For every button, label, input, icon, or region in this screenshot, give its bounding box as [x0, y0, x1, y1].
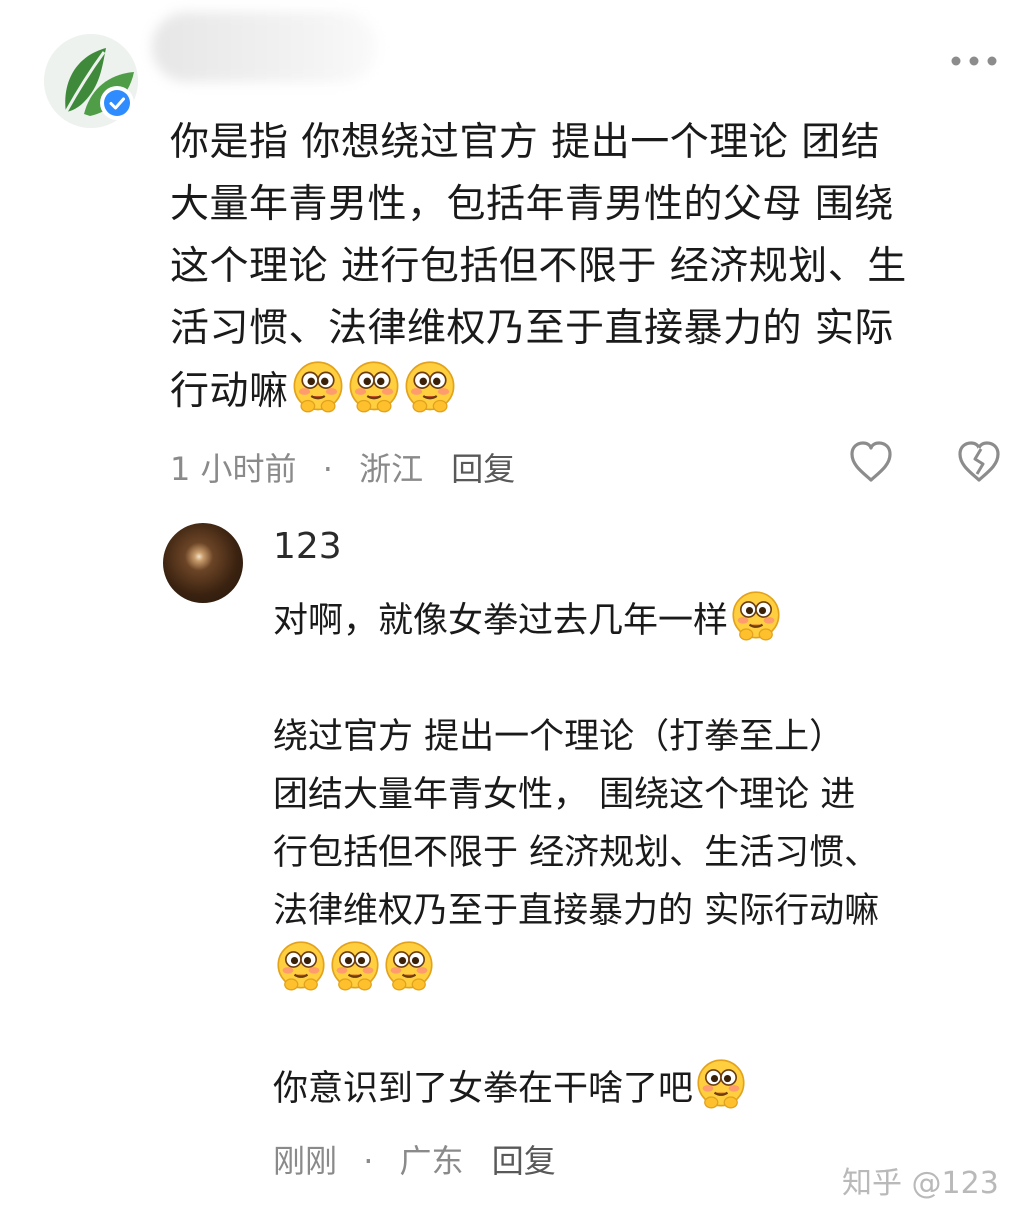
verified-icon — [100, 86, 134, 120]
text-line: 活习惯、法律维权乃至于直接暴力的 实际 — [170, 306, 894, 351]
separator: · — [322, 450, 333, 488]
reply-text: 对啊，就像女拳过去几年一样绕过官方 提出一个理论（打拳至上） 团结大量年青女性， … — [273, 590, 1013, 1118]
timestamp: 1 小时前 — [170, 450, 297, 488]
flushed-face-emoji-icon — [293, 361, 342, 413]
text-line: 这个理论 进行包括但不限于 经济规划、生 — [170, 244, 907, 289]
text-line: 团结大量年青女性， 围绕这个理论 进 — [273, 775, 856, 815]
reply-meta: 刚刚 · 广东 回复 — [273, 1136, 556, 1182]
text-line: 法律维权乃至于直接暴力的 实际行动嘛 — [273, 891, 880, 931]
reply-avatar[interactable] — [163, 523, 243, 603]
dislike-icon[interactable] — [956, 440, 1002, 488]
location: 广东 — [399, 1142, 464, 1180]
text-line: 大量年青男性，包括年青男性的父母 围绕 — [170, 182, 894, 227]
flushed-face-emoji-icon — [331, 941, 379, 991]
text-line: 对啊，就像女拳过去几年一样 — [273, 601, 729, 641]
location: 浙江 — [359, 450, 424, 488]
text-line: 绕过官方 提出一个理论（打拳至上） — [273, 717, 845, 757]
username-blurred — [152, 12, 377, 82]
comment-text: 你是指 你想绕过官方 提出一个理论 团结 大量年青男性，包括年青男性的父母 围绕这… — [170, 112, 1010, 423]
flushed-face-emoji-icon — [732, 591, 780, 641]
reply-username[interactable]: 123 — [273, 526, 342, 567]
watermark: 知乎 @123 — [842, 1166, 999, 1201]
more-icon[interactable] — [948, 48, 1000, 74]
text-line: 你是指 你想绕过官方 提出一个理论 团结 — [170, 120, 881, 165]
flushed-face-emoji-icon — [405, 361, 454, 413]
flushed-face-emoji-icon — [385, 941, 433, 991]
text-line: 行包括但不限于 经济规划、生活习惯、 — [273, 833, 880, 873]
flushed-face-emoji-icon — [697, 1059, 745, 1109]
text-line: 你意识到了女拳在干啥了吧 — [273, 1069, 694, 1109]
comment-meta: 1 小时前 · 浙江 回复 — [170, 444, 515, 490]
timestamp: 刚刚 — [273, 1142, 338, 1180]
flushed-face-emoji-icon — [349, 361, 398, 413]
text-line: 行动嘛 — [170, 369, 289, 414]
reply-button[interactable]: 回复 — [492, 1142, 556, 1180]
flushed-face-emoji-icon — [277, 941, 325, 991]
separator: · — [363, 1142, 374, 1180]
reply-button[interactable]: 回复 — [451, 450, 515, 488]
heart-icon[interactable] — [848, 440, 894, 488]
